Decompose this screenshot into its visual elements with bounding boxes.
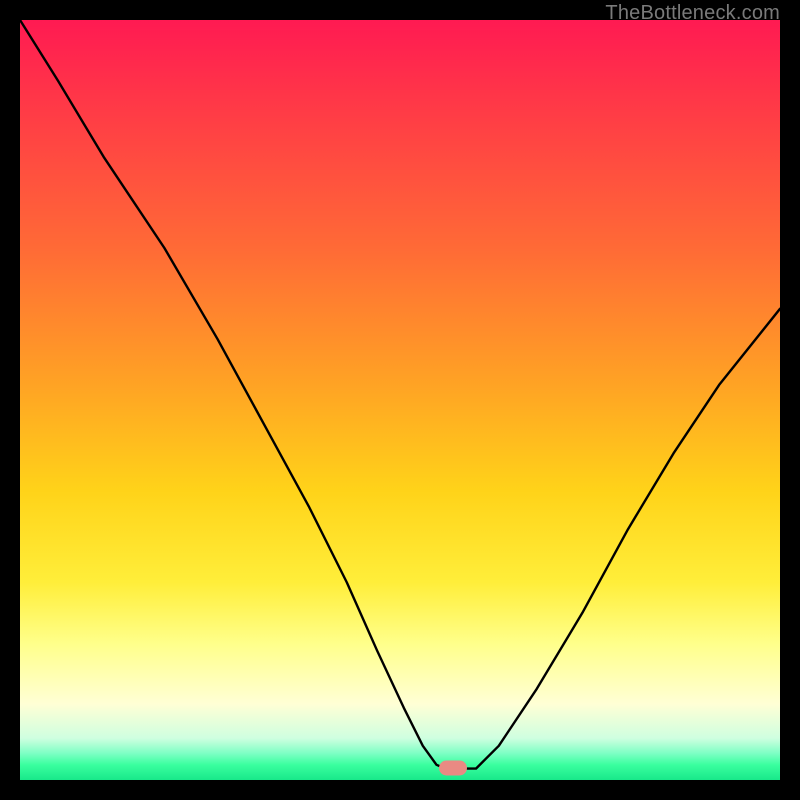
- plot-area: [20, 20, 780, 780]
- minimum-marker: [439, 760, 467, 775]
- watermark-text: TheBottleneck.com: [605, 2, 780, 25]
- curve-line: [20, 20, 780, 769]
- chart-frame: TheBottleneck.com: [0, 0, 800, 800]
- bottleneck-curve: [20, 20, 780, 780]
